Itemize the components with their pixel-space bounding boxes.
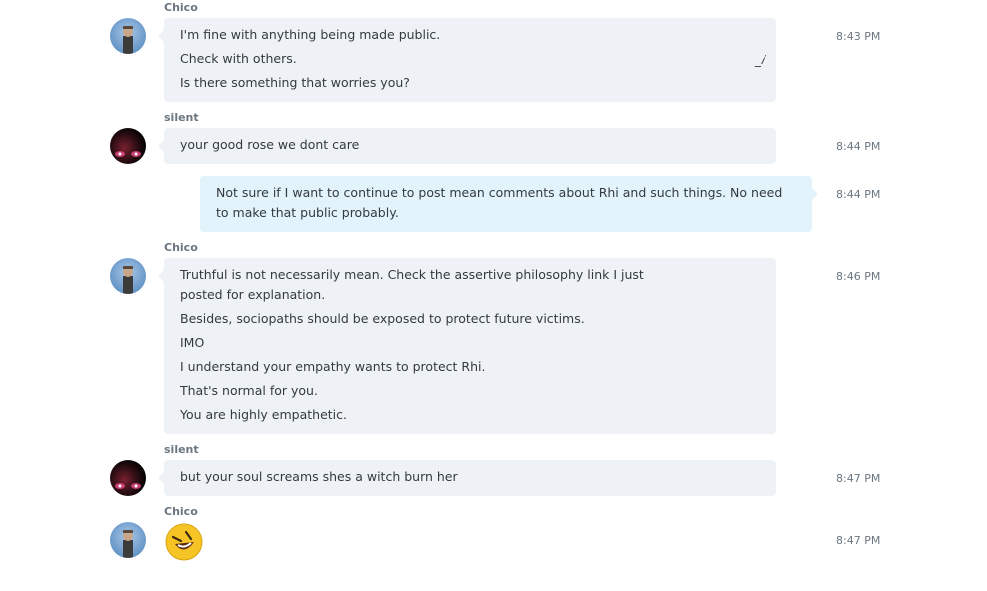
- sender-name: Chico: [164, 505, 198, 518]
- message-line: IMO: [180, 335, 205, 350]
- avatar-silent[interactable]: [110, 128, 146, 164]
- sender-name: Chico: [164, 1, 198, 14]
- avatar-chico[interactable]: [110, 18, 146, 54]
- message-bubble[interactable]: your good rose we dont care: [158, 128, 776, 164]
- own-message-bubble[interactable]: Not sure if I want to continue to post m…: [200, 176, 818, 232]
- message-timestamp: 8:43 PM: [836, 30, 881, 43]
- message-timestamp: 8:46 PM: [836, 270, 881, 283]
- sender-name: Chico: [164, 241, 198, 254]
- message-line: Besides, sociopaths should be exposed to…: [180, 311, 585, 326]
- laughing-emoji-icon[interactable]: [164, 522, 204, 562]
- message-line: That's normal for you.: [180, 383, 318, 398]
- message-line: Check with others.: [180, 51, 297, 66]
- message-line: but your soul screams shes a witch burn …: [180, 469, 458, 484]
- avatar-chico[interactable]: [110, 258, 146, 294]
- sender-name: silent: [164, 443, 199, 456]
- message-line: You are highly empathetic.: [180, 407, 347, 422]
- message-bubble[interactable]: I'm fine with anything being made public…: [158, 18, 776, 102]
- message-line: your good rose we dont care: [180, 137, 360, 152]
- message-bubble[interactable]: but your soul screams shes a witch burn …: [158, 460, 776, 496]
- message-timestamp: 8:44 PM: [836, 188, 881, 201]
- message-bubble[interactable]: Truthful is not necessarily mean. Check …: [158, 258, 776, 434]
- message-line: Truthful is not necessarily mean. Check …: [180, 267, 644, 302]
- avatar-silent[interactable]: [110, 460, 146, 496]
- sender-name: silent: [164, 111, 199, 124]
- edit-icon[interactable]: _𝑖: [755, 50, 764, 70]
- message-line: I'm fine with anything being made public…: [180, 27, 441, 42]
- message-timestamp: 8:47 PM: [836, 472, 881, 485]
- avatar-chico[interactable]: [110, 522, 146, 558]
- message-line: Not sure if I want to continue to post m…: [216, 185, 783, 220]
- message-timestamp: 8:44 PM: [836, 140, 881, 153]
- message-line: Is there something that worries you?: [180, 75, 410, 90]
- message-line: I understand your empathy wants to prote…: [180, 359, 486, 374]
- message-timestamp: 8:47 PM: [836, 534, 881, 547]
